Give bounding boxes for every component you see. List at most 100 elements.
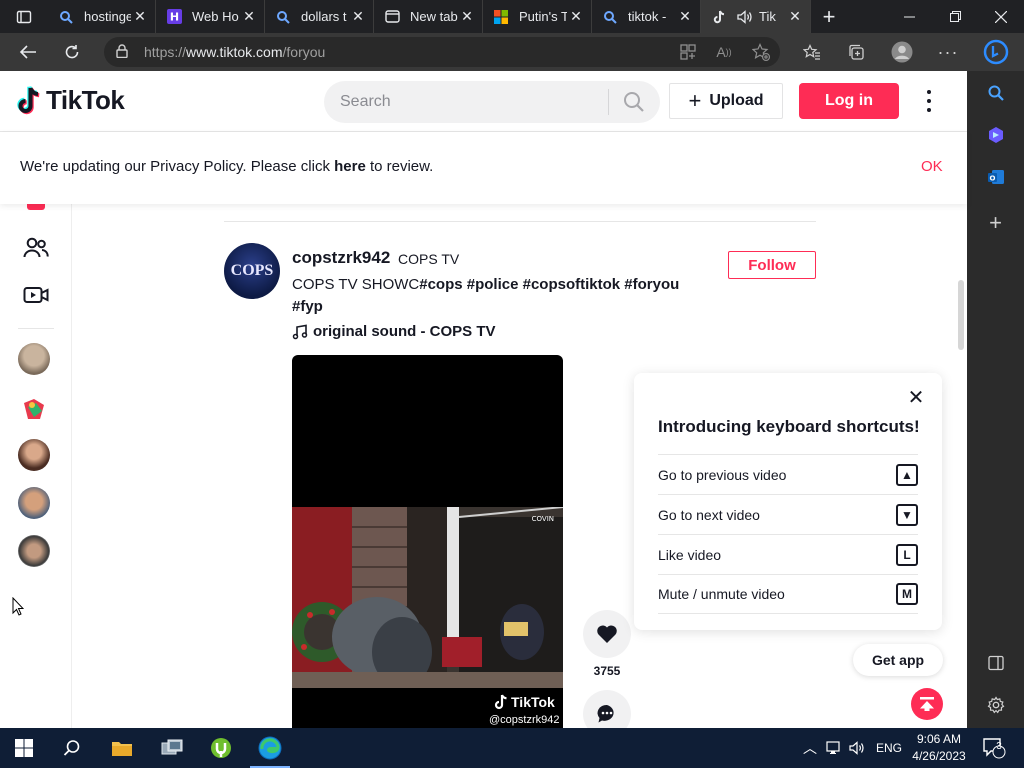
- tab-actions-button[interactable]: [0, 0, 48, 33]
- nav-item-partial-icon[interactable]: [27, 204, 45, 210]
- browser-tab[interactable]: hostinge ✕: [48, 0, 156, 33]
- tray-overflow-icon[interactable]: ︿: [803, 728, 817, 768]
- window-controls: [886, 0, 1024, 33]
- search-input[interactable]: [340, 93, 608, 111]
- back-to-top-button[interactable]: [911, 688, 943, 720]
- close-tab-icon[interactable]: ✕: [786, 8, 804, 25]
- profile-avatar[interactable]: [884, 33, 920, 71]
- close-popup-icon[interactable]: ✕: [906, 387, 926, 409]
- follow-button[interactable]: Follow: [728, 251, 816, 279]
- post-caption: COPS TV SHOWC#cops #police #copsoftiktok…: [292, 276, 680, 315]
- popup-title: Introducing keyboard shortcuts!: [658, 417, 920, 436]
- utorrent-button[interactable]: [197, 728, 245, 768]
- get-app-button[interactable]: Get app: [853, 644, 943, 676]
- notification-count: 3: [996, 741, 1002, 752]
- close-tab-icon[interactable]: ✕: [458, 8, 476, 25]
- close-tab-icon[interactable]: ✕: [349, 8, 367, 25]
- post-username[interactable]: copstzrk942: [292, 248, 390, 268]
- refresh-button[interactable]: [54, 33, 90, 71]
- upload-button[interactable]: + Upload: [669, 83, 783, 119]
- video-frame: COVIN: [292, 507, 563, 688]
- suggested-account-avatar[interactable]: [18, 439, 50, 471]
- read-aloud-icon[interactable]: A)): [706, 33, 742, 71]
- close-window-button[interactable]: [978, 0, 1024, 33]
- folder-icon: [112, 742, 132, 756]
- browser-tab-strip: hostinge ✕ H Web Ho ✕ dollars t ✕ New ta…: [0, 0, 1024, 33]
- suggested-account-avatar[interactable]: [18, 535, 50, 567]
- notification-center-button[interactable]: 3: [982, 728, 1006, 768]
- collections-icon[interactable]: [838, 33, 874, 71]
- key-l: L: [896, 543, 918, 566]
- minimize-button[interactable]: [886, 0, 932, 33]
- speaker-icon[interactable]: [737, 9, 753, 25]
- network-app-icon: [161, 739, 183, 755]
- like-button[interactable]: [583, 610, 631, 658]
- browser-tab[interactable]: H Web Ho ✕: [156, 0, 265, 33]
- privacy-ok-button[interactable]: OK: [921, 158, 943, 175]
- suggested-account-avatar[interactable]: [18, 393, 50, 425]
- microsoft-icon: [493, 9, 509, 25]
- close-tab-icon[interactable]: ✕: [676, 8, 694, 25]
- browser-tab[interactable]: New tab ✕: [374, 0, 483, 33]
- edge-taskbar-button[interactable]: [246, 728, 294, 768]
- following-icon[interactable]: [18, 230, 54, 266]
- network-app-button[interactable]: [148, 728, 196, 768]
- app-available-icon[interactable]: [670, 33, 706, 71]
- add-favorite-icon[interactable]: [743, 33, 779, 71]
- sidebar-panel-icon[interactable]: [967, 643, 1024, 683]
- url-text: https://www.tiktok.com/foryou: [144, 44, 326, 60]
- post-author-avatar[interactable]: COPS: [224, 243, 280, 299]
- more-menu-icon[interactable]: [917, 88, 941, 114]
- file-explorer-button[interactable]: [98, 728, 146, 768]
- video-player[interactable]: COVIN: [292, 355, 563, 728]
- page-scrollbar[interactable]: [958, 280, 964, 350]
- close-tab-icon[interactable]: ✕: [567, 8, 585, 25]
- login-button[interactable]: Log in: [799, 83, 899, 119]
- taskbar-clock[interactable]: 9:06 AM 4/26/2023: [906, 731, 972, 765]
- volume-icon[interactable]: [849, 728, 867, 768]
- restore-button[interactable]: [932, 0, 978, 33]
- network-icon[interactable]: [826, 728, 844, 768]
- back-button[interactable]: [10, 33, 46, 71]
- sidebar-discover-icon[interactable]: [967, 115, 1024, 155]
- taskbar-search-button[interactable]: [48, 728, 96, 768]
- browser-tab[interactable]: Putin's T ✕: [483, 0, 592, 33]
- svg-text:O: O: [989, 175, 995, 183]
- tiktok-logo[interactable]: TikTok: [16, 85, 125, 116]
- privacy-link[interactable]: here: [334, 158, 366, 175]
- live-icon[interactable]: [18, 277, 54, 313]
- shortcut-label: Like video: [658, 546, 722, 563]
- new-tab-button[interactable]: +: [811, 0, 847, 33]
- sidebar-outlook-icon[interactable]: O: [967, 157, 1024, 197]
- browser-tab[interactable]: dollars t ✕: [265, 0, 374, 33]
- utorrent-icon: [211, 738, 231, 758]
- input-language[interactable]: ENG: [876, 728, 902, 768]
- browser-tab-active[interactable]: Tik ✕: [701, 0, 811, 33]
- start-button[interactable]: [0, 728, 48, 768]
- windows-logo-icon: [15, 739, 33, 757]
- settings-more-icon[interactable]: ···: [930, 33, 966, 71]
- bing-chat-icon[interactable]: [978, 33, 1014, 71]
- browser-toolbar: https://www.tiktok.com/foryou A)) ···: [0, 33, 1024, 71]
- svg-text:COVIN: COVIN: [532, 515, 554, 523]
- suggested-account-avatar[interactable]: [18, 343, 50, 375]
- sidebar-add-icon[interactable]: +: [967, 203, 1024, 243]
- browser-tab[interactable]: tiktok - ✕: [592, 0, 701, 33]
- post-nickname[interactable]: COPS TV: [398, 251, 459, 267]
- plus-icon: +: [688, 88, 702, 113]
- close-tab-icon[interactable]: ✕: [131, 8, 149, 25]
- post-music-link[interactable]: original sound - COPS TV: [292, 323, 496, 340]
- shortcut-row: Go to previous video ▲: [658, 454, 918, 494]
- search-button[interactable]: [609, 91, 659, 113]
- svg-text:H: H: [169, 11, 178, 24]
- close-tab-icon[interactable]: ✕: [240, 8, 258, 25]
- suggested-account-avatar[interactable]: [18, 487, 50, 519]
- back-arrow-icon: [19, 45, 36, 59]
- arrow-up-icon: [920, 697, 934, 711]
- upload-label: Upload: [709, 92, 764, 109]
- sidebar-search-icon[interactable]: [967, 73, 1024, 113]
- favorites-icon[interactable]: [794, 33, 830, 71]
- tab-title: New tab: [410, 9, 458, 24]
- watermark-brand: TikTok: [511, 694, 555, 710]
- sidebar-settings-icon[interactable]: [967, 685, 1024, 725]
